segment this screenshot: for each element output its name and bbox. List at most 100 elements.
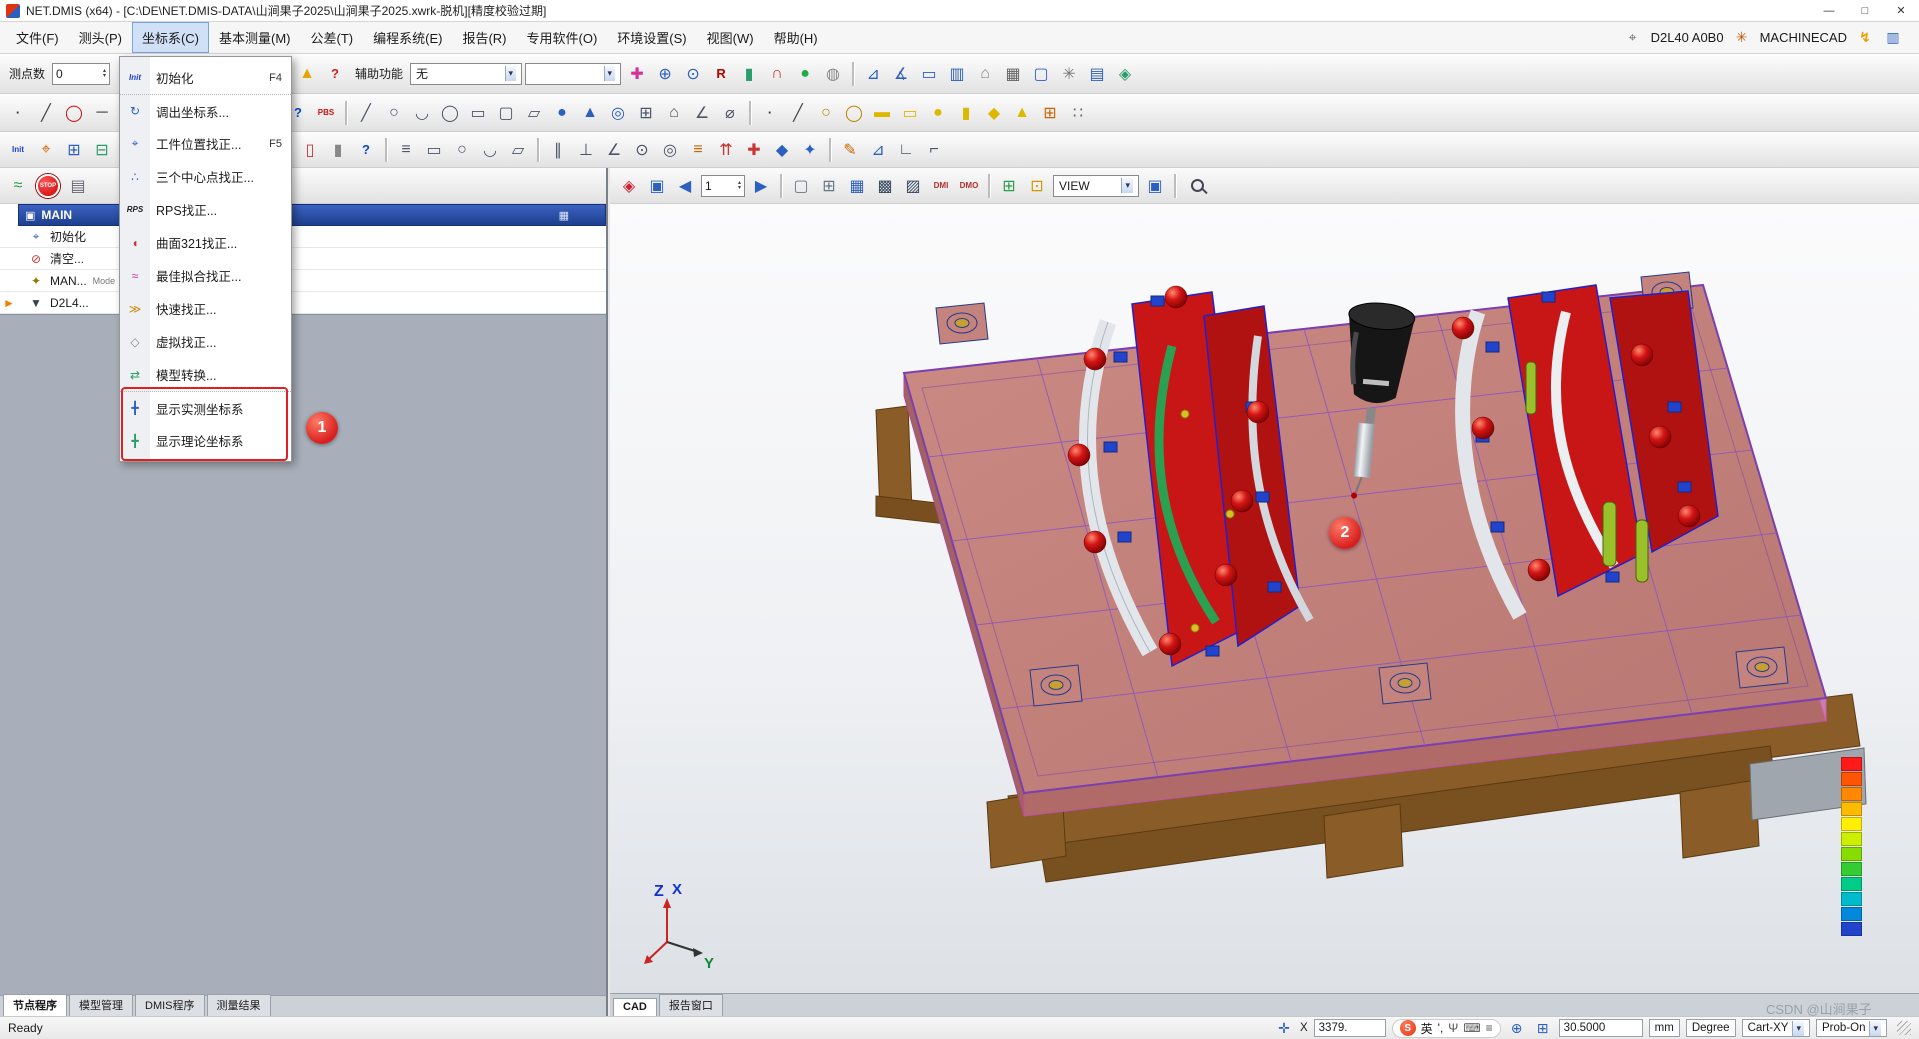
- toolbar-icon[interactable]: [385, 137, 387, 162]
- toolbar-icon[interactable]: ▬: [869, 100, 895, 126]
- toolbar-icon[interactable]: ▢: [788, 173, 814, 199]
- menu-item[interactable]: 报告(R): [452, 22, 516, 53]
- menu-option[interactable]: RPS RPS找正...: [120, 193, 291, 226]
- toolbar-icon[interactable]: ─: [89, 100, 115, 126]
- toolbar-icon[interactable]: ⊙: [629, 137, 655, 163]
- menu-item[interactable]: 文件(F): [6, 22, 69, 53]
- stop-button[interactable]: STOP: [36, 173, 60, 198]
- toolbar-icon[interactable]: ⊞: [1037, 100, 1063, 126]
- panel-tab[interactable]: 节点程序: [3, 994, 67, 1016]
- toolbar-icon[interactable]: ▨: [900, 173, 926, 199]
- mic-icon[interactable]: Ψ: [1448, 1021, 1458, 1035]
- menu-item[interactable]: 专用软件(O): [517, 22, 608, 53]
- toolbar-icon[interactable]: ⊞: [61, 137, 87, 163]
- toolbar-icon[interactable]: ◀: [672, 173, 698, 199]
- sogou-icon[interactable]: S: [1399, 1020, 1416, 1036]
- toolbar-icon[interactable]: ◡: [477, 137, 503, 163]
- menu-option[interactable]: ↻ 调出坐标系...: [120, 94, 291, 127]
- toolbar-icon[interactable]: [988, 173, 990, 198]
- toolbar-icon[interactable]: ○: [813, 100, 839, 126]
- toolbar-icon[interactable]: ⌖: [33, 137, 59, 163]
- coord-mode-select[interactable]: Cart-XY ▾: [1741, 1019, 1810, 1037]
- panel-tab[interactable]: 模型管理: [69, 994, 133, 1016]
- toolbar-icon[interactable]: ⊞: [633, 100, 659, 126]
- ime-lang-toggle[interactable]: 英: [1421, 1020, 1433, 1037]
- toolbar-icon[interactable]: ●: [925, 100, 951, 126]
- menu-option[interactable]: Init 初始化 F4: [120, 61, 291, 94]
- toolbar-icon[interactable]: ⊙: [680, 61, 706, 87]
- toolbar-icon[interactable]: ▲: [577, 100, 603, 126]
- toolbar-icon[interactable]: ◈: [616, 173, 642, 199]
- toolbar-icon[interactable]: ∠: [601, 137, 627, 163]
- toolbar-icon[interactable]: ✚: [741, 137, 767, 163]
- toolbar-icon[interactable]: ⊿: [860, 61, 886, 87]
- step-size-input[interactable]: 30.5000: [1558, 1019, 1643, 1037]
- toolbar-icon[interactable]: ▢: [1028, 61, 1054, 87]
- menu-item[interactable]: 视图(W): [697, 22, 764, 53]
- toolbar-icon[interactable]: ⊿: [865, 137, 891, 163]
- view-select[interactable]: VIEW ▾: [1053, 174, 1139, 197]
- tree-node[interactable]: ⌖ 初始化: [0, 226, 606, 248]
- zoom-icon[interactable]: [1191, 179, 1204, 192]
- toolbar-icon[interactable]: DMO: [956, 173, 982, 199]
- chevron-down-icon[interactable]: ▾: [1792, 1020, 1804, 1036]
- toolbar-icon[interactable]: ○: [449, 137, 475, 163]
- toolbar-icon[interactable]: ▲: [1009, 100, 1035, 126]
- menu-item[interactable]: 环境设置(S): [607, 22, 696, 53]
- cad-3d-view[interactable]: Z X Y 2: [610, 204, 1919, 993]
- toolbar-icon[interactable]: ▭: [916, 61, 942, 87]
- toolbar-icon[interactable]: [780, 173, 782, 198]
- toolbar-icon[interactable]: ▯: [297, 137, 323, 163]
- toolbar-icon[interactable]: ⌂: [972, 61, 998, 87]
- toolbar-icon[interactable]: ⊟: [89, 137, 115, 163]
- toolbar-icon[interactable]: ▢: [493, 100, 519, 126]
- toolbar-icon[interactable]: ≡: [685, 137, 711, 163]
- menu-item[interactable]: 编程系统(E): [363, 22, 452, 53]
- toolbar-icon[interactable]: ●: [549, 100, 575, 126]
- chevron-down-icon[interactable]: ▾: [1121, 178, 1133, 193]
- run-icon[interactable]: ≈: [5, 173, 31, 199]
- toolbar-icon[interactable]: ✚: [624, 61, 650, 87]
- menu-option[interactable]: ∴ 三个中心点找正...: [120, 160, 291, 193]
- toolbar-icon[interactable]: [345, 100, 347, 125]
- menu-option[interactable]: ≈ 最佳拟合找正...: [120, 259, 291, 292]
- toolbar-icon[interactable]: ▣: [644, 173, 670, 199]
- toolbar-icon[interactable]: ◯: [841, 100, 867, 126]
- toolbar-icon[interactable]: ▥: [944, 61, 970, 87]
- toolbar-icon[interactable]: ✦: [797, 137, 823, 163]
- toolbar-icon[interactable]: ✳: [1056, 61, 1082, 87]
- toolbar-icon[interactable]: ▤: [1084, 61, 1110, 87]
- toolbar-icon[interactable]: ⊥: [573, 137, 599, 163]
- angle-unit-select[interactable]: Degree: [1685, 1019, 1736, 1037]
- toolbar-icon[interactable]: ⌀: [717, 100, 743, 126]
- toolbar-icon[interactable]: ·: [5, 100, 31, 126]
- tree-node[interactable]: ✦ MAN... Mode: [0, 270, 606, 292]
- x-coordinate-input[interactable]: 3379.: [1313, 1019, 1386, 1037]
- resize-grip[interactable]: [1897, 1021, 1911, 1035]
- toolbar-icon[interactable]: ∥: [545, 137, 571, 163]
- toolbar-icon[interactable]: ∟: [893, 137, 919, 163]
- probe-tree-icon[interactable]: ⊕: [1507, 1018, 1527, 1038]
- grid-snap-icon[interactable]: ⊞: [1533, 1018, 1553, 1038]
- close-button[interactable]: ✕: [1883, 0, 1919, 21]
- toolbar-icon[interactable]: ∡: [888, 61, 914, 87]
- document-icon[interactable]: ▤: [65, 173, 91, 199]
- toolbar-icon[interactable]: ▣: [1142, 173, 1168, 199]
- probe-select-icon[interactable]: ⌖: [1623, 28, 1643, 48]
- toolbar-icon[interactable]: ╱: [785, 100, 811, 126]
- minimize-button[interactable]: —: [1811, 0, 1847, 21]
- display-settings-icon[interactable]: ▥: [1883, 28, 1903, 48]
- toolbar-icon[interactable]: ▭: [897, 100, 923, 126]
- viewport-tab[interactable]: 报告窗口: [658, 994, 723, 1016]
- toolbar-icon[interactable]: [829, 137, 831, 162]
- point-count-input[interactable]: 0 ▴ ▾: [52, 62, 111, 85]
- viewport-tab[interactable]: CAD: [613, 998, 657, 1016]
- feature-number-input[interactable]: 1 ▴ ▾: [701, 174, 745, 197]
- toolbar-icon[interactable]: Init: [5, 137, 31, 163]
- toolbar-icon[interactable]: ▲: [294, 61, 320, 87]
- active-probe-label[interactable]: D2L40 A0B0: [1651, 30, 1724, 45]
- toolbar-icon[interactable]: ∠: [689, 100, 715, 126]
- toolbar-icon[interactable]: ∩: [764, 61, 790, 87]
- maximize-button[interactable]: □: [1847, 0, 1883, 21]
- toolbar-icon[interactable]: [537, 137, 539, 162]
